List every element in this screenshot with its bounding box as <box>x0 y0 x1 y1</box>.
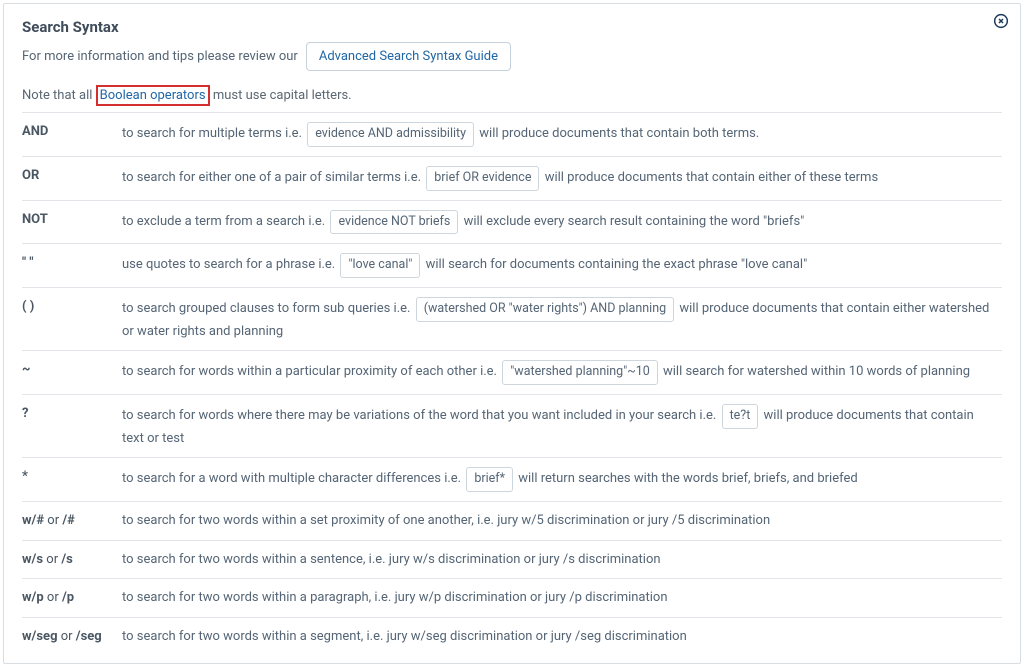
description-cell: to search for a word with multiple chara… <box>122 458 1002 502</box>
table-row: w/p or /p to search for two words within… <box>22 579 1002 618</box>
example-pill: (watershed OR "water rights") AND planni… <box>416 297 674 322</box>
operator-cell: NOT <box>22 200 122 244</box>
example-pill: "watershed planning"~10 <box>502 360 658 385</box>
description-cell: to search for multiple terms i.e. eviden… <box>122 113 1002 156</box>
description-cell: to search for either one of a pair of si… <box>122 156 1002 200</box>
description-cell: to search for two words within a sentenc… <box>122 540 1002 579</box>
operator-cell: w/# or /# <box>22 502 122 541</box>
subtitle-row: For more information and tips please rev… <box>22 42 1002 71</box>
operator-cell: w/p or /p <box>22 579 122 618</box>
table-row: ? to search for words where there may be… <box>22 395 1002 458</box>
op-b: /seg <box>76 629 102 644</box>
example-pill: te?t <box>722 404 759 429</box>
table-row: w/seg or /seg to search for two words wi… <box>22 617 1002 655</box>
note-post: must use capital letters. <box>210 88 352 103</box>
desc-pre: to search grouped clauses to form sub qu… <box>122 301 410 316</box>
op-or: or <box>44 590 62 605</box>
desc-pre: to search for words within a particular … <box>122 364 497 379</box>
example-pill: evidence AND admissibility <box>307 122 474 147</box>
op-b: /s <box>61 552 73 567</box>
description-cell: to exclude a term from a search i.e. evi… <box>122 200 1002 244</box>
table-row: ~ to search for words within a particula… <box>22 351 1002 395</box>
note-row: Note that all Boolean operators must use… <box>22 85 1002 113</box>
op-a: w/# <box>22 513 44 528</box>
op-a: w/seg <box>22 629 58 644</box>
table-row: w/# or /# to search for two words within… <box>22 502 1002 541</box>
operator-cell: * <box>22 458 122 502</box>
operator-cell: ~ <box>22 351 122 395</box>
description-cell: to search for two words within a set pro… <box>122 502 1002 541</box>
desc-pre: to search for words where there may be v… <box>122 408 716 423</box>
op-or: or <box>43 552 61 567</box>
table-row: AND to search for multiple terms i.e. ev… <box>22 113 1002 156</box>
table-row: OR to search for either one of a pair of… <box>22 156 1002 200</box>
close-button[interactable] <box>992 12 1010 30</box>
operator-cell: OR <box>22 156 122 200</box>
op-b: /p <box>62 590 74 605</box>
operator-cell: ? <box>22 395 122 458</box>
subtitle-text: For more information and tips please rev… <box>22 49 298 64</box>
table-row: NOT to exclude a term from a search i.e.… <box>22 200 1002 244</box>
table-row: " " use quotes to search for a phrase i.… <box>22 244 1002 288</box>
operator-cell: w/seg or /seg <box>22 617 122 655</box>
advanced-guide-link[interactable]: Advanced Search Syntax Guide <box>306 42 511 71</box>
desc-post: will search for documents containing the… <box>426 257 808 272</box>
desc-pre: use quotes to search for a phrase i.e. <box>122 257 335 272</box>
description-cell: to search for two words within a paragra… <box>122 579 1002 618</box>
description-cell: to search for words where there may be v… <box>122 395 1002 458</box>
op-or: or <box>44 513 62 528</box>
description-cell: to search grouped clauses to form sub qu… <box>122 288 1002 351</box>
description-cell: to search for words within a particular … <box>122 351 1002 395</box>
example-pill: brief OR evidence <box>426 166 539 191</box>
operator-cell: " " <box>22 244 122 288</box>
desc-pre: to search for a word with multiple chara… <box>122 471 461 486</box>
desc-post: will produce documents that contain eith… <box>545 170 878 185</box>
desc-pre: to search for either one of a pair of si… <box>122 170 421 185</box>
operator-cell: AND <box>22 113 122 156</box>
panel-title: Search Syntax <box>22 18 1002 36</box>
boolean-operators-link[interactable]: Boolean operators <box>96 85 210 106</box>
desc-post: will produce documents that contain both… <box>479 126 759 141</box>
desc-post: will return searches with the words brie… <box>518 471 857 486</box>
operator-cell: ( ) <box>22 288 122 351</box>
desc-pre: to search for multiple terms i.e. <box>122 126 302 141</box>
table-row: * to search for a word with multiple cha… <box>22 458 1002 502</box>
table-row: ( ) to search grouped clauses to form su… <box>22 288 1002 351</box>
op-or: or <box>58 629 76 644</box>
op-b: /# <box>62 513 75 528</box>
search-syntax-panel: Search Syntax For more information and t… <box>3 3 1021 664</box>
op-a: w/s <box>22 552 43 567</box>
description-cell: use quotes to search for a phrase i.e. "… <box>122 244 1002 288</box>
desc-pre: to exclude a term from a search i.e. <box>122 214 325 229</box>
table-row: w/s or /s to search for two words within… <box>22 540 1002 579</box>
desc-post: will exclude every search result contain… <box>464 214 805 229</box>
close-circle-icon <box>993 13 1009 29</box>
desc-post: will search for watershed within 10 word… <box>663 364 970 379</box>
example-pill: brief* <box>466 467 513 492</box>
example-pill: "love canal" <box>340 253 420 278</box>
note-pre: Note that all <box>22 88 96 103</box>
example-pill: evidence NOT briefs <box>330 210 458 235</box>
description-cell: to search for two words within a segment… <box>122 617 1002 655</box>
syntax-table: AND to search for multiple terms i.e. ev… <box>22 113 1002 655</box>
op-a: w/p <box>22 590 44 605</box>
operator-cell: w/s or /s <box>22 540 122 579</box>
